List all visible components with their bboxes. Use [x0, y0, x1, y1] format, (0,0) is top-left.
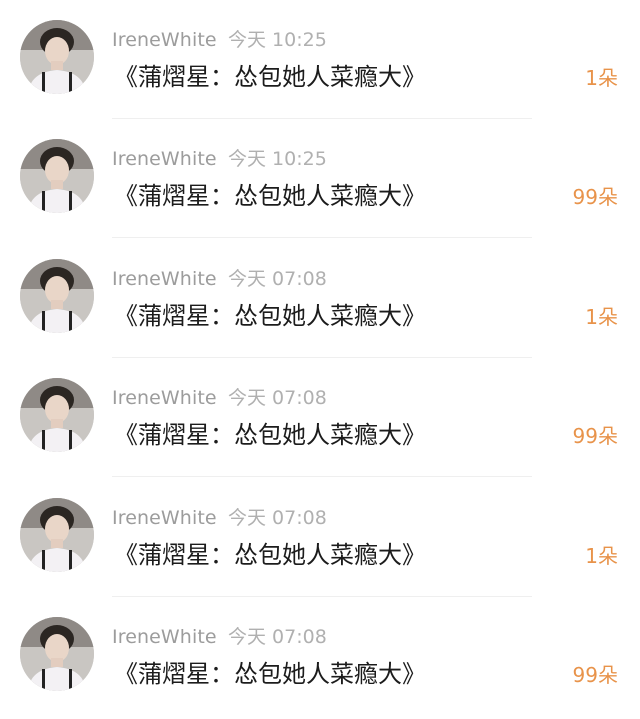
message-text: 《蒲熠星：怂包她人菜瘾大》: [114, 63, 426, 91]
username[interactable]: IreneWhite: [112, 28, 217, 52]
flower-count: 1朵: [585, 305, 618, 329]
flower-count: 99朵: [572, 185, 618, 209]
username[interactable]: IreneWhite: [112, 267, 217, 291]
flower-count: 1朵: [585, 66, 618, 90]
list-item[interactable]: IreneWhite 今天 10:25 《蒲熠星：怂包她人菜瘾大》 1朵: [0, 0, 640, 119]
avatar[interactable]: [20, 259, 94, 333]
username[interactable]: IreneWhite: [112, 386, 217, 410]
message-text: 《蒲熠星：怂包她人菜瘾大》: [114, 660, 426, 688]
avatar[interactable]: [20, 378, 94, 452]
username[interactable]: IreneWhite: [112, 506, 217, 530]
avatar[interactable]: [20, 139, 94, 213]
username[interactable]: IreneWhite: [112, 625, 217, 649]
avatar[interactable]: [20, 498, 94, 572]
divider: [112, 476, 532, 477]
message-text: 《蒲熠星：怂包她人菜瘾大》: [114, 421, 426, 449]
user-photo-avatar-icon: [20, 378, 94, 452]
list-item[interactable]: IreneWhite 今天 07:08 《蒲熠星：怂包她人菜瘾大》 99朵: [0, 597, 640, 716]
gift-record-list: IreneWhite 今天 10:25 《蒲熠星：怂包她人菜瘾大》 1朵 Ire…: [0, 0, 640, 719]
divider: [112, 237, 532, 238]
message-text: 《蒲熠星：怂包她人菜瘾大》: [114, 182, 426, 210]
timestamp: 今天 07:08: [228, 387, 327, 409]
timestamp: 今天 07:08: [228, 507, 327, 529]
user-photo-avatar-icon: [20, 617, 94, 691]
message-text: 《蒲熠星：怂包她人菜瘾大》: [114, 302, 426, 330]
timestamp: 今天 07:08: [228, 268, 327, 290]
flower-count: 99朵: [572, 424, 618, 448]
list-item[interactable]: IreneWhite 今天 07:08 《蒲熠星：怂包她人菜瘾大》 99朵: [0, 358, 640, 477]
user-photo-avatar-icon: [20, 139, 94, 213]
list-item[interactable]: IreneWhite 今天 07:08 《蒲熠星：怂包她人菜瘾大》 1朵: [0, 478, 640, 597]
list-item[interactable]: IreneWhite 今天 07:08 《蒲熠星：怂包她人菜瘾大》 1朵: [0, 239, 640, 358]
avatar[interactable]: [20, 617, 94, 691]
avatar[interactable]: [20, 20, 94, 94]
username[interactable]: IreneWhite: [112, 147, 217, 171]
flower-count: 99朵: [572, 663, 618, 687]
flower-count: 1朵: [585, 544, 618, 568]
timestamp: 今天 10:25: [228, 148, 327, 170]
user-photo-avatar-icon: [20, 498, 94, 572]
timestamp: 今天 07:08: [228, 626, 327, 648]
user-photo-avatar-icon: [20, 259, 94, 333]
message-text: 《蒲熠星：怂包她人菜瘾大》: [114, 541, 426, 569]
user-photo-avatar-icon: [20, 20, 94, 94]
list-item[interactable]: IreneWhite 今天 10:25 《蒲熠星：怂包她人菜瘾大》 99朵: [0, 119, 640, 238]
timestamp: 今天 10:25: [228, 29, 327, 51]
